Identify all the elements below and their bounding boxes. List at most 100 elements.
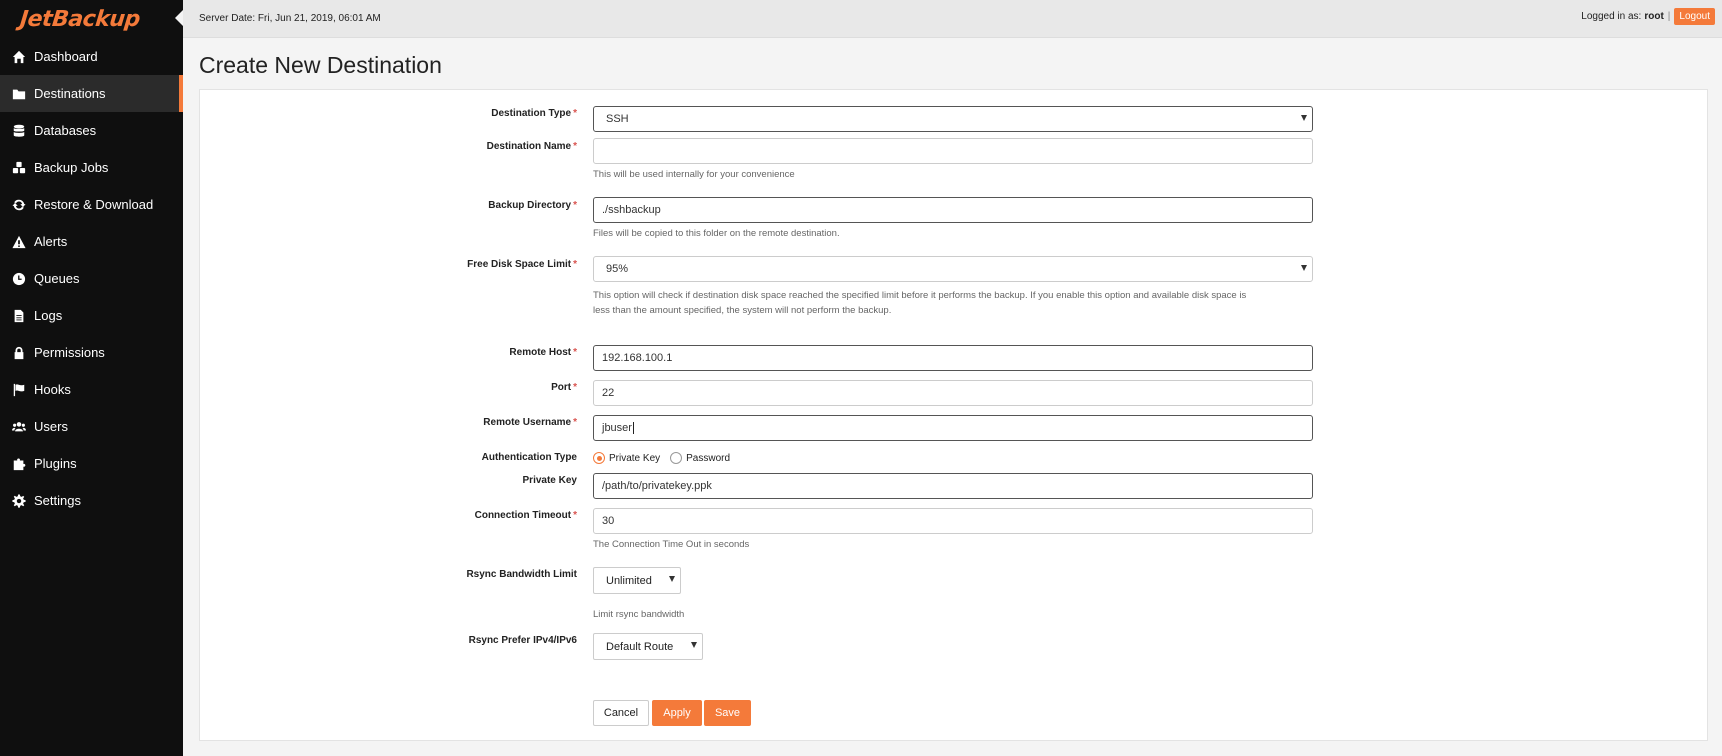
connection-timeout-label: Connection Timeout * bbox=[475, 510, 577, 521]
required-marker: * bbox=[573, 200, 577, 211]
rsync-bandwidth-help: Limit rsync bandwidth bbox=[593, 609, 685, 620]
destination-name-label: Destination Name * bbox=[487, 141, 577, 152]
radio-private-key[interactable] bbox=[593, 452, 605, 464]
sidebar-item-label: Destinations bbox=[34, 86, 106, 101]
free-disk-space-value: 95% bbox=[606, 263, 629, 275]
sidebar-item-permissions[interactable]: Permissions bbox=[0, 334, 183, 371]
caret-down-icon bbox=[1301, 265, 1307, 271]
label-text: Remote Host bbox=[509, 347, 572, 358]
sidebar-item-label: Permissions bbox=[34, 345, 105, 360]
sidebar-item-dashboard[interactable]: Dashboard bbox=[0, 38, 183, 75]
backup-directory-help: Files will be copied to this folder on t… bbox=[593, 228, 840, 239]
destination-type-select[interactable]: SSH bbox=[593, 106, 1313, 132]
sidebar-item-settings[interactable]: Settings bbox=[0, 482, 183, 519]
logo[interactable]: JetBackup bbox=[0, 0, 183, 38]
radio-password[interactable] bbox=[670, 452, 683, 464]
sidebar: JetBackup Dashboard Destinations Databas… bbox=[0, 0, 183, 756]
radio-private-key-label[interactable]: Private Key bbox=[609, 453, 660, 464]
required-marker: * bbox=[573, 108, 577, 119]
radio-password-label[interactable]: Password bbox=[686, 453, 730, 464]
rsync-bandwidth-select[interactable]: Unlimited bbox=[593, 567, 681, 594]
login-separator: | bbox=[1667, 11, 1671, 22]
sidebar-item-label: Restore & Download bbox=[34, 197, 154, 212]
required-marker: * bbox=[573, 259, 577, 270]
label-text: Destination Name bbox=[486, 141, 572, 152]
destination-name-help: This will be used internally for your co… bbox=[593, 169, 795, 180]
private-key-input[interactable]: /path/to/privatekey.ppk bbox=[593, 473, 1313, 499]
port-input[interactable]: 22 bbox=[593, 380, 1313, 406]
caret-down-icon bbox=[691, 642, 697, 648]
logged-in-username: root bbox=[1644, 11, 1664, 22]
cancel-button[interactable]: Cancel bbox=[593, 700, 649, 726]
backup-directory-label: Backup Directory * bbox=[488, 200, 577, 211]
users-icon bbox=[11, 420, 27, 434]
sidebar-item-label: Databases bbox=[34, 123, 97, 138]
sidebar-item-label: Settings bbox=[34, 493, 81, 508]
sidebar-item-destinations[interactable]: Destinations bbox=[0, 75, 183, 112]
server-date: Server Date: Fri, Jun 21, 2019, 06:01 AM bbox=[199, 13, 381, 24]
backup-directory-input[interactable]: ./sshbackup bbox=[593, 197, 1313, 223]
port-label: Port * bbox=[551, 382, 577, 393]
remote-username-value: jbuser bbox=[602, 422, 632, 434]
sidebar-item-users[interactable]: Users bbox=[0, 408, 183, 445]
sidebar-item-label: Plugins bbox=[34, 456, 77, 471]
database-icon bbox=[11, 124, 27, 138]
sidebar-item-hooks[interactable]: Hooks bbox=[0, 371, 183, 408]
sidebar-item-label: Queues bbox=[34, 271, 80, 286]
required-marker: * bbox=[573, 382, 577, 393]
apply-button[interactable]: Apply bbox=[652, 700, 702, 726]
rsync-bandwidth-label: Rsync Bandwidth Limit bbox=[466, 569, 577, 580]
sidebar-toggle-notch bbox=[175, 10, 183, 26]
sidebar-item-label: Users bbox=[34, 419, 68, 434]
warning-icon bbox=[11, 235, 27, 249]
sidebar-item-restore-download[interactable]: Restore & Download bbox=[0, 186, 183, 223]
login-info: Logged in as: root | Logout bbox=[1581, 8, 1715, 25]
clock-icon bbox=[11, 272, 27, 286]
puzzle-icon bbox=[11, 457, 27, 471]
remote-username-input[interactable]: jbuser bbox=[593, 415, 1313, 441]
label-text: Port bbox=[551, 382, 572, 393]
logout-button[interactable]: Logout bbox=[1674, 8, 1715, 25]
cubes-icon bbox=[11, 161, 27, 175]
remote-host-input[interactable]: 192.168.100.1 bbox=[593, 345, 1313, 371]
sidebar-item-label: Hooks bbox=[34, 382, 71, 397]
text-cursor bbox=[632, 422, 634, 434]
sidebar-item-logs[interactable]: Logs bbox=[0, 297, 183, 334]
logged-in-label: Logged in as: bbox=[1581, 11, 1642, 22]
required-marker: * bbox=[573, 510, 577, 521]
required-marker: * bbox=[573, 417, 577, 428]
port-value: 22 bbox=[602, 387, 615, 399]
sidebar-item-backup-jobs[interactable]: Backup Jobs bbox=[0, 149, 183, 186]
free-disk-space-help-line1: This option will check if destination di… bbox=[593, 290, 1247, 301]
destination-type-value: SSH bbox=[606, 113, 629, 125]
rsync-prefer-label: Rsync Prefer IPv4/IPv6 bbox=[468, 635, 577, 646]
private-key-value: /path/to/privatekey.ppk bbox=[602, 480, 712, 492]
refresh-icon bbox=[11, 198, 27, 212]
label-text: Destination Type bbox=[491, 108, 572, 119]
connection-timeout-value: 30 bbox=[602, 515, 615, 527]
label-text: Free Disk Space Limit bbox=[467, 259, 572, 270]
sidebar-item-databases[interactable]: Databases bbox=[0, 112, 183, 149]
sidebar-item-queues[interactable]: Queues bbox=[0, 260, 183, 297]
free-disk-space-select[interactable]: 95% bbox=[593, 256, 1313, 282]
auth-type-label: Authentication Type bbox=[481, 452, 577, 463]
rsync-prefer-select[interactable]: Default Route bbox=[593, 633, 703, 660]
caret-down-icon bbox=[669, 576, 675, 582]
destination-form: Destination Type * SSH Destination Name * … bbox=[199, 89, 1708, 741]
sidebar-item-plugins[interactable]: Plugins bbox=[0, 445, 183, 482]
page-title: Create New Destination bbox=[199, 52, 442, 78]
sidebar-item-label: Backup Jobs bbox=[34, 160, 109, 175]
connection-timeout-help: The Connection Time Out in seconds bbox=[593, 539, 750, 550]
remote-host-label: Remote Host * bbox=[509, 347, 577, 358]
connection-timeout-input[interactable]: 30 bbox=[593, 508, 1313, 534]
lock-icon bbox=[11, 346, 27, 360]
folder-icon bbox=[11, 87, 27, 101]
sidebar-item-label: Dashboard bbox=[34, 49, 98, 64]
sidebar-item-alerts[interactable]: Alerts bbox=[0, 223, 183, 260]
destination-name-input[interactable] bbox=[593, 138, 1313, 164]
free-disk-space-label: Free Disk Space Limit * bbox=[467, 259, 577, 270]
home-icon bbox=[11, 50, 27, 64]
remote-host-value: 192.168.100.1 bbox=[602, 352, 673, 364]
private-key-label: Private Key bbox=[522, 475, 577, 486]
save-button[interactable]: Save bbox=[704, 700, 751, 726]
